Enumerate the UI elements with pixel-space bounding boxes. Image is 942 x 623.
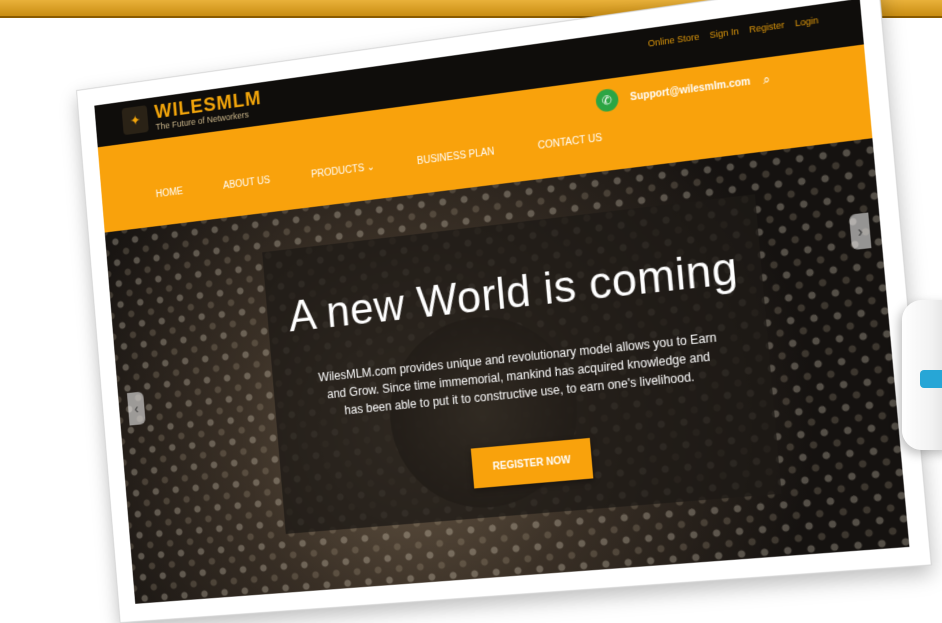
- chevron-down-icon: ⌄: [366, 161, 376, 174]
- nav-contact-us[interactable]: CONTACT US: [537, 133, 602, 152]
- nav-home[interactable]: HOME: [155, 186, 183, 200]
- top-link-online-store[interactable]: Online Store: [647, 31, 699, 48]
- support-email[interactable]: Support@wilesmlm.com: [630, 76, 751, 103]
- side-widget: [902, 300, 942, 450]
- top-links: Online Store Sign In Register Login: [647, 15, 818, 49]
- website-frame: ✦ WILESMLM The Future of Networkers Onli…: [94, 0, 910, 604]
- nav-products-label: PRODUCTS: [310, 163, 365, 181]
- chevron-right-icon[interactable]: ›: [848, 212, 872, 251]
- logo-mark-icon: ✦: [121, 105, 149, 136]
- search-icon[interactable]: ⌕: [762, 71, 770, 87]
- nav-business-plan[interactable]: BUSINESS PLAN: [417, 146, 495, 167]
- top-link-sign-in[interactable]: Sign In: [709, 26, 739, 40]
- nav-products[interactable]: PRODUCTS ⌄: [311, 162, 376, 181]
- chevron-left-icon[interactable]: ‹: [126, 391, 146, 426]
- side-widget-badge: [920, 370, 942, 388]
- whatsapp-icon[interactable]: ✆: [594, 87, 620, 113]
- screenshot-card: ✦ WILESMLM The Future of Networkers Onli…: [76, 0, 932, 623]
- top-link-register[interactable]: Register: [749, 20, 785, 35]
- nav-about-us[interactable]: ABOUT US: [223, 175, 271, 192]
- top-link-login[interactable]: Login: [795, 15, 819, 29]
